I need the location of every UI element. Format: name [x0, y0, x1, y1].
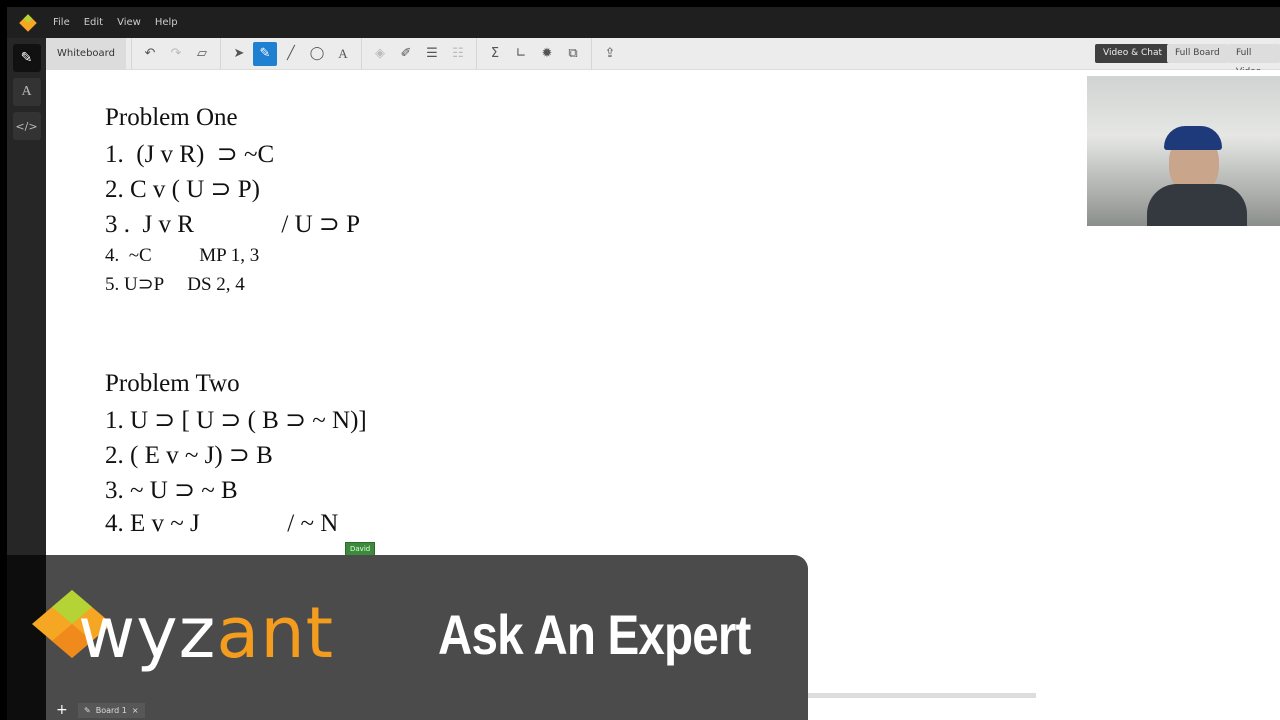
fill-icon[interactable]: ◈: [368, 42, 392, 66]
settings-gear-icon[interactable]: ✹: [535, 42, 559, 66]
cursor-user-label: David: [345, 542, 376, 556]
line-icon[interactable]: ╱: [279, 42, 303, 66]
brand-tagline: Ask An Expert: [438, 603, 751, 666]
graph-icon[interactable]: ∟: [509, 42, 533, 66]
menu-help[interactable]: Help: [155, 17, 178, 28]
whiteboard-mode-icon[interactable]: ✎: [12, 44, 41, 72]
redo-icon[interactable]: ↷: [164, 42, 188, 66]
text-mode-icon[interactable]: A: [12, 78, 41, 106]
text-icon[interactable]: A: [331, 42, 355, 66]
tutor-video-feed[interactable]: [1087, 76, 1280, 226]
problem-line: 2. ( E v ~ J) ⊃ B: [105, 442, 273, 469]
menu-view[interactable]: View: [117, 17, 141, 28]
wyzant-logo-icon: [19, 13, 37, 32]
menu-bar: File Edit View Help: [7, 7, 1280, 38]
line-style-icon[interactable]: ☷: [446, 42, 470, 66]
problem-line: 2. C v ( U ⊃ P): [105, 176, 260, 203]
equation-sigma-icon[interactable]: Σ: [483, 42, 507, 66]
problem-two-title: Problem Two: [105, 370, 240, 397]
select-arrow-icon[interactable]: ➤: [227, 42, 251, 66]
horizontal-scrollbar[interactable]: [808, 693, 1036, 698]
line-weight-icon[interactable]: ☰: [420, 42, 444, 66]
full-video-button[interactable]: Full Video: [1228, 44, 1280, 77]
menu-edit[interactable]: Edit: [84, 17, 103, 28]
full-board-button[interactable]: Full Board: [1167, 44, 1228, 63]
problem-line: 4. E v ~ J / ~ N: [105, 510, 339, 537]
problem-line: 4. ~C MP 1, 3: [105, 245, 260, 266]
image-icon[interactable]: ⧉: [561, 42, 585, 66]
pencil-icon: ✎: [84, 705, 91, 715]
shape-circle-icon[interactable]: ◯: [305, 42, 329, 66]
undo-icon[interactable]: ↶: [138, 42, 162, 66]
board-tab[interactable]: ✎ Board 1 ×: [78, 702, 145, 718]
person-body: [1147, 184, 1247, 226]
eraser-icon[interactable]: ▱: [190, 42, 214, 66]
problem-line: 1. U ⊃ [ U ⊃ ( B ⊃ ~ N)]: [105, 407, 367, 434]
code-mode-icon[interactable]: </>: [12, 112, 41, 140]
problem-line: 1. (J v R) ⊃ ~C: [105, 141, 275, 168]
problem-line: 3 . J v R / U ⊃ P: [105, 211, 361, 238]
menu-file[interactable]: File: [53, 17, 70, 28]
stroke-color-icon[interactable]: ✐: [394, 42, 418, 66]
whiteboard-tab[interactable]: Whiteboard: [46, 37, 126, 70]
board-tabs: + ✎ Board 1 ×: [46, 700, 145, 720]
problem-line: 3. ~ U ⊃ ~ B: [105, 477, 238, 504]
problem-one-title: Problem One: [105, 104, 238, 131]
close-tab-icon[interactable]: ×: [132, 706, 139, 715]
pen-icon[interactable]: ✎: [252, 41, 277, 66]
wyzant-wordmark: wyzant: [78, 592, 335, 674]
problem-line: 5. U⊃P DS 2, 4: [105, 274, 245, 295]
video-chat-button[interactable]: Video & Chat: [1095, 44, 1170, 63]
cap: [1164, 126, 1222, 150]
upload-icon[interactable]: ⇪: [598, 42, 622, 66]
board-tab-label: Board 1: [95, 705, 127, 715]
add-board-button[interactable]: +: [56, 702, 70, 718]
